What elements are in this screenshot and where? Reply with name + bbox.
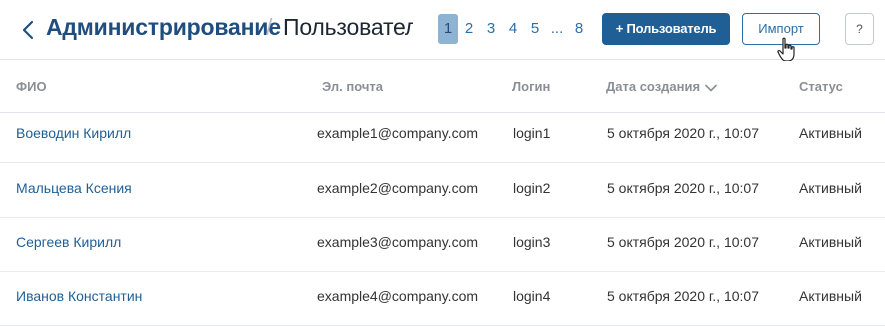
user-email: example4@company.com [317,288,479,304]
user-created-date: 5 октября 2020 г., 10:07 [607,180,759,196]
help-icon: ? [856,22,863,36]
page-1-button[interactable]: 1 [438,14,458,44]
user-status: Активный [799,125,862,141]
page-4-button[interactable]: 4 [504,14,522,44]
user-created-date: 5 октября 2020 г., 10:07 [607,125,759,141]
user-status: Активный [799,288,862,304]
page-ellipsis: ... [550,20,564,37]
page-2-button[interactable]: 2 [460,14,478,44]
column-header-status[interactable]: Статус [799,79,843,94]
add-user-button[interactable]: + Пользователь [602,13,730,45]
help-button[interactable]: ? [845,13,874,45]
user-name-link[interactable]: Сергеев Кирилл [16,234,121,250]
page-3-button[interactable]: 3 [482,14,500,44]
page-5-button[interactable]: 5 [526,14,544,44]
breadcrumb-root[interactable]: Администрирование [46,14,281,41]
page-title: Пользователи [283,14,413,40]
user-created-date: 5 октября 2020 г., 10:07 [607,288,759,304]
user-login: login1 [513,125,551,141]
user-login: login2 [513,180,551,196]
table-header: ФИО Эл. почта Логин Дата создания Статус [0,61,885,113]
table-row[interactable]: Сергеев Кирилл example3@company.com logi… [0,218,885,272]
user-email: example3@company.com [317,234,479,250]
chevron-left-icon[interactable] [20,17,36,43]
column-header-created[interactable]: Дата создания [606,79,717,95]
top-bar: Администрирование / Пользователи 1 2 3 4… [0,0,885,63]
user-email: example2@company.com [317,180,479,196]
breadcrumb-separator: / [266,14,273,40]
table-row[interactable]: Иванов Константин example4@company.com l… [0,272,885,326]
chevron-down-icon [705,80,717,95]
user-name-link[interactable]: Воеводин Кирилл [16,125,131,141]
user-login: login4 [513,288,551,304]
column-header-name[interactable]: ФИО [16,79,47,94]
hand-pointer-icon [776,37,798,63]
user-name-link[interactable]: Иванов Константин [16,288,142,304]
column-header-email[interactable]: Эл. почта [322,79,383,94]
column-header-login[interactable]: Логин [512,79,550,94]
user-created-date: 5 октября 2020 г., 10:07 [607,234,759,250]
user-status: Активный [799,180,862,196]
column-header-created-label: Дата создания [606,79,701,94]
user-email: example1@company.com [317,125,479,141]
user-login: login3 [513,234,551,250]
page-8-button[interactable]: 8 [571,14,587,44]
table-row[interactable]: Мальцева Ксения example2@company.com log… [0,164,885,218]
user-status: Активный [799,234,862,250]
user-name-link[interactable]: Мальцева Ксения [16,180,132,196]
table-row[interactable]: Воеводин Кирилл example1@company.com log… [0,109,885,163]
